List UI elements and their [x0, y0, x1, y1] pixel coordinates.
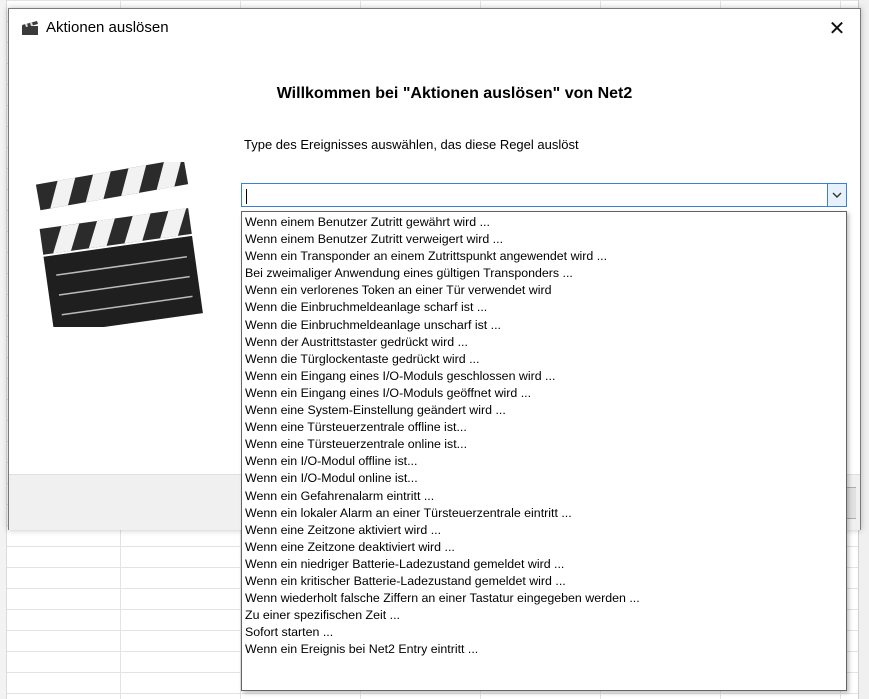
dropdown-option[interactable]: Wenn die Einbruchmeldeanlage scharf ist … — [242, 299, 846, 316]
title-bar[interactable]: Aktionen auslösen ✕ — [9, 9, 860, 47]
dropdown-option[interactable]: Wenn ein niedriger Batterie-Ladezustand … — [242, 556, 846, 573]
dropdown-option[interactable]: Wenn eine Zeitzone deaktiviert wird ... — [242, 539, 846, 556]
clapperboard-icon — [22, 21, 38, 35]
event-type-combobox[interactable] — [241, 183, 847, 207]
dropdown-option[interactable]: Wenn eine Türsteuerzentrale online ist..… — [242, 436, 846, 453]
dropdown-option[interactable]: Wenn ein kritischer Batterie-Ladezustand… — [242, 573, 846, 590]
clapperboard-illustration — [35, 162, 203, 327]
close-button[interactable]: ✕ — [814, 9, 860, 47]
dropdown-option[interactable]: Wenn ein I/O-Modul online ist... — [242, 470, 846, 487]
background-left-edge — [0, 0, 7, 699]
dropdown-option[interactable]: Wenn die Türglockentaste gedrückt wird .… — [242, 351, 846, 368]
dropdown-option[interactable]: Wenn ein Eingang eines I/O-Moduls geöffn… — [242, 385, 846, 402]
dropdown-option[interactable]: Wenn ein verlorenes Token an einer Tür v… — [242, 282, 846, 299]
dropdown-option[interactable]: Wenn eine Türsteuerzentrale offline ist.… — [242, 419, 846, 436]
dropdown-option[interactable]: Wenn einem Benutzer Zutritt gewährt wird… — [242, 214, 846, 231]
dropdown-toggle-button[interactable] — [827, 184, 846, 206]
dropdown-option[interactable]: Wenn ein Transponder an einem Zutrittspu… — [242, 248, 846, 265]
dropdown-option[interactable]: Wenn wiederholt falsche Ziffern an einer… — [242, 590, 846, 607]
combobox-value[interactable] — [246, 188, 247, 205]
dropdown-option[interactable]: Sofort starten ... — [242, 624, 846, 641]
dropdown-option[interactable]: Bei zweimaliger Anwendung eines gültigen… — [242, 265, 846, 282]
dropdown-option[interactable]: Wenn eine Zeitzone aktiviert wird ... — [242, 522, 846, 539]
dropdown-option[interactable]: Wenn einem Benutzer Zutritt verweigert w… — [242, 231, 846, 248]
dropdown-option[interactable]: Wenn ein Gefahrenalarm eintritt ... — [242, 488, 846, 505]
window-title: Aktionen auslösen — [46, 19, 169, 36]
event-type-prompt: Type des Ereignisses auswählen, das dies… — [244, 137, 579, 152]
dropdown-option[interactable]: Wenn ein lokaler Alarm an einer Türsteue… — [242, 505, 846, 522]
dropdown-option[interactable]: Wenn eine System-Einstellung geändert wi… — [242, 402, 846, 419]
text-caret — [246, 189, 247, 205]
dropdown-option[interactable]: Wenn ein Ereignis bei Net2 Entry eintrit… — [242, 641, 846, 658]
event-type-dropdown-list[interactable]: Wenn einem Benutzer Zutritt gewährt wird… — [241, 211, 847, 691]
dropdown-option[interactable]: Wenn ein I/O-Modul offline ist... — [242, 453, 846, 470]
dropdown-option[interactable]: Wenn die Einbruchmeldeanlage unscharf is… — [242, 317, 846, 334]
close-icon: ✕ — [828, 17, 846, 40]
dropdown-option[interactable]: Zu einer spezifischen Zeit ... — [242, 607, 846, 624]
dropdown-option[interactable]: Wenn der Austrittstaster gedrückt wird .… — [242, 334, 846, 351]
welcome-heading: Willkommen bei "Aktionen auslösen" von N… — [276, 85, 633, 102]
chevron-down-icon — [832, 192, 842, 198]
dropdown-option[interactable]: Wenn ein Eingang eines I/O-Moduls geschl… — [242, 368, 846, 385]
